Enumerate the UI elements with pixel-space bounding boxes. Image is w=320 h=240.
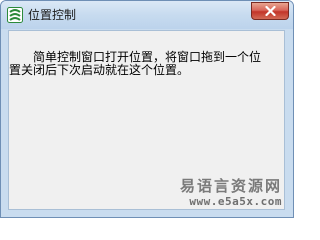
title-bar[interactable]: 位置控制	[1, 1, 293, 29]
close-button[interactable]	[251, 2, 289, 20]
window-title: 位置控制	[28, 8, 77, 22]
app-swirl-icon[interactable]	[7, 7, 23, 23]
description-text: 简单控制窗口打开位置，将窗口拖到一个位置关闭后下次启动就在这个位置。	[9, 50, 262, 77]
watermark-site-name: 易语言资源网	[179, 177, 282, 195]
close-icon	[265, 6, 276, 16]
client-area: 简单控制窗口打开位置，将窗口拖到一个位置关闭后下次启动就在这个位置。 易语言资源…	[8, 30, 285, 210]
watermark-url: www.e5a5x.com	[189, 195, 282, 208]
watermark: 易语言资源网 www.e5a5x.com	[180, 177, 282, 209]
app-window: 位置控制 简单控制窗口打开位置，将窗口拖到一个位置关闭后下次启动就在这个位置。 …	[0, 0, 294, 218]
